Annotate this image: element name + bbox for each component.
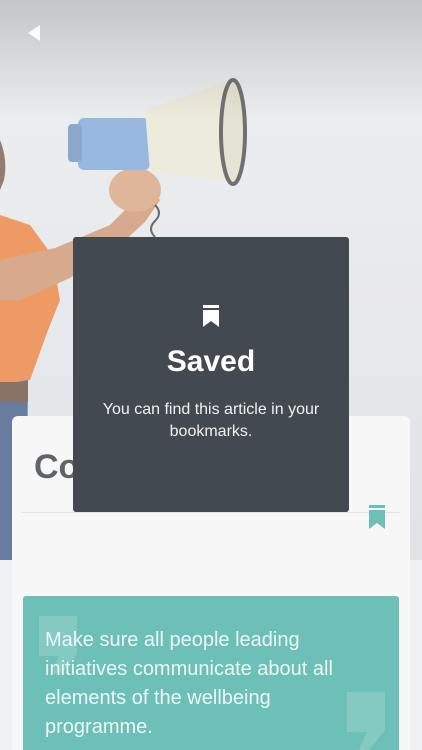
saved-toast: Saved You can find this article in your …	[73, 237, 349, 512]
bookmark-icon	[203, 305, 219, 327]
toast-message: You can find this article in your bookma…	[102, 401, 320, 440]
toast-title: Saved	[166, 345, 256, 378]
